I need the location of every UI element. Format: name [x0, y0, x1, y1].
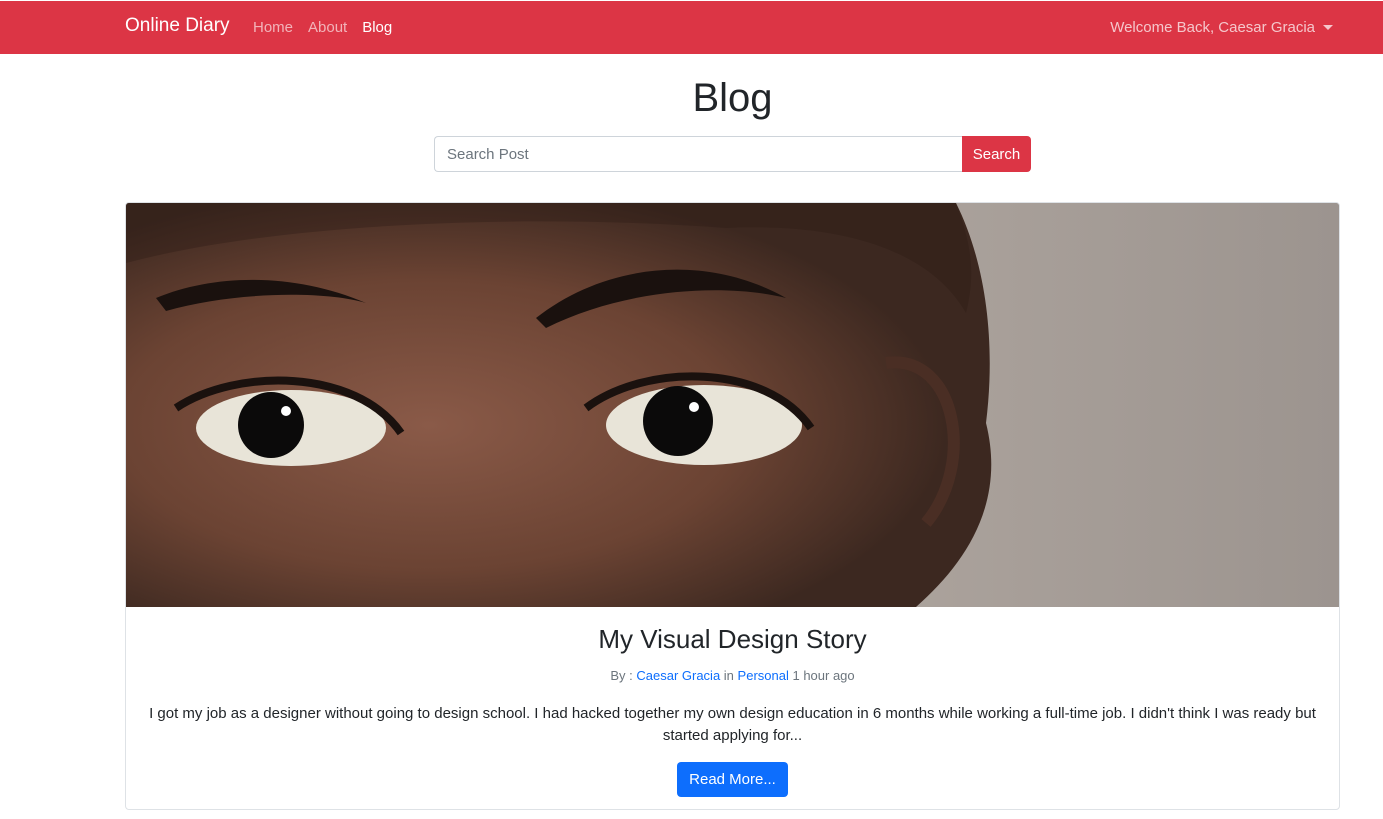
cover-illustration	[126, 203, 1339, 607]
brand-link[interactable]: Online Diary	[125, 15, 230, 37]
search-button[interactable]: Search	[962, 136, 1031, 172]
post-title[interactable]: My Visual Design Story	[126, 624, 1339, 655]
user-menu-label: Welcome Back, Caesar Gracia	[1110, 19, 1315, 36]
nav-link-home[interactable]: Home	[253, 19, 293, 36]
post-cover-image	[126, 203, 1339, 607]
page-title: Blog	[692, 76, 773, 120]
meta-by-label: By :	[610, 668, 633, 683]
top-navbar: Online Diary Home About Blog Welcome Bac…	[0, 1, 1383, 54]
search-input[interactable]	[434, 136, 962, 172]
post-excerpt: I got my job as a designer without going…	[149, 705, 1316, 744]
category-link[interactable]: Personal	[738, 668, 789, 683]
search-form: Search	[434, 136, 1031, 172]
nav-link-blog[interactable]: Blog	[362, 19, 392, 36]
user-menu-dropdown[interactable]: Welcome Back, Caesar Gracia	[1110, 19, 1333, 36]
meta-in-label: in	[723, 668, 734, 683]
read-more-button[interactable]: Read More...	[677, 762, 788, 797]
post-time: 1 hour ago	[792, 668, 855, 683]
nav-links: Home About Blog	[253, 19, 392, 36]
post-meta: By : Caesar Gracia in Personal 1 hour ag…	[126, 668, 1339, 683]
author-link[interactable]: Caesar Gracia	[636, 668, 720, 683]
nav-link-about[interactable]: About	[308, 19, 347, 36]
caret-down-icon	[1323, 25, 1333, 30]
post-card-body: My Visual Design Story By : Caesar Graci…	[126, 607, 1339, 797]
post-card: My Visual Design Story By : Caesar Graci…	[125, 202, 1340, 810]
